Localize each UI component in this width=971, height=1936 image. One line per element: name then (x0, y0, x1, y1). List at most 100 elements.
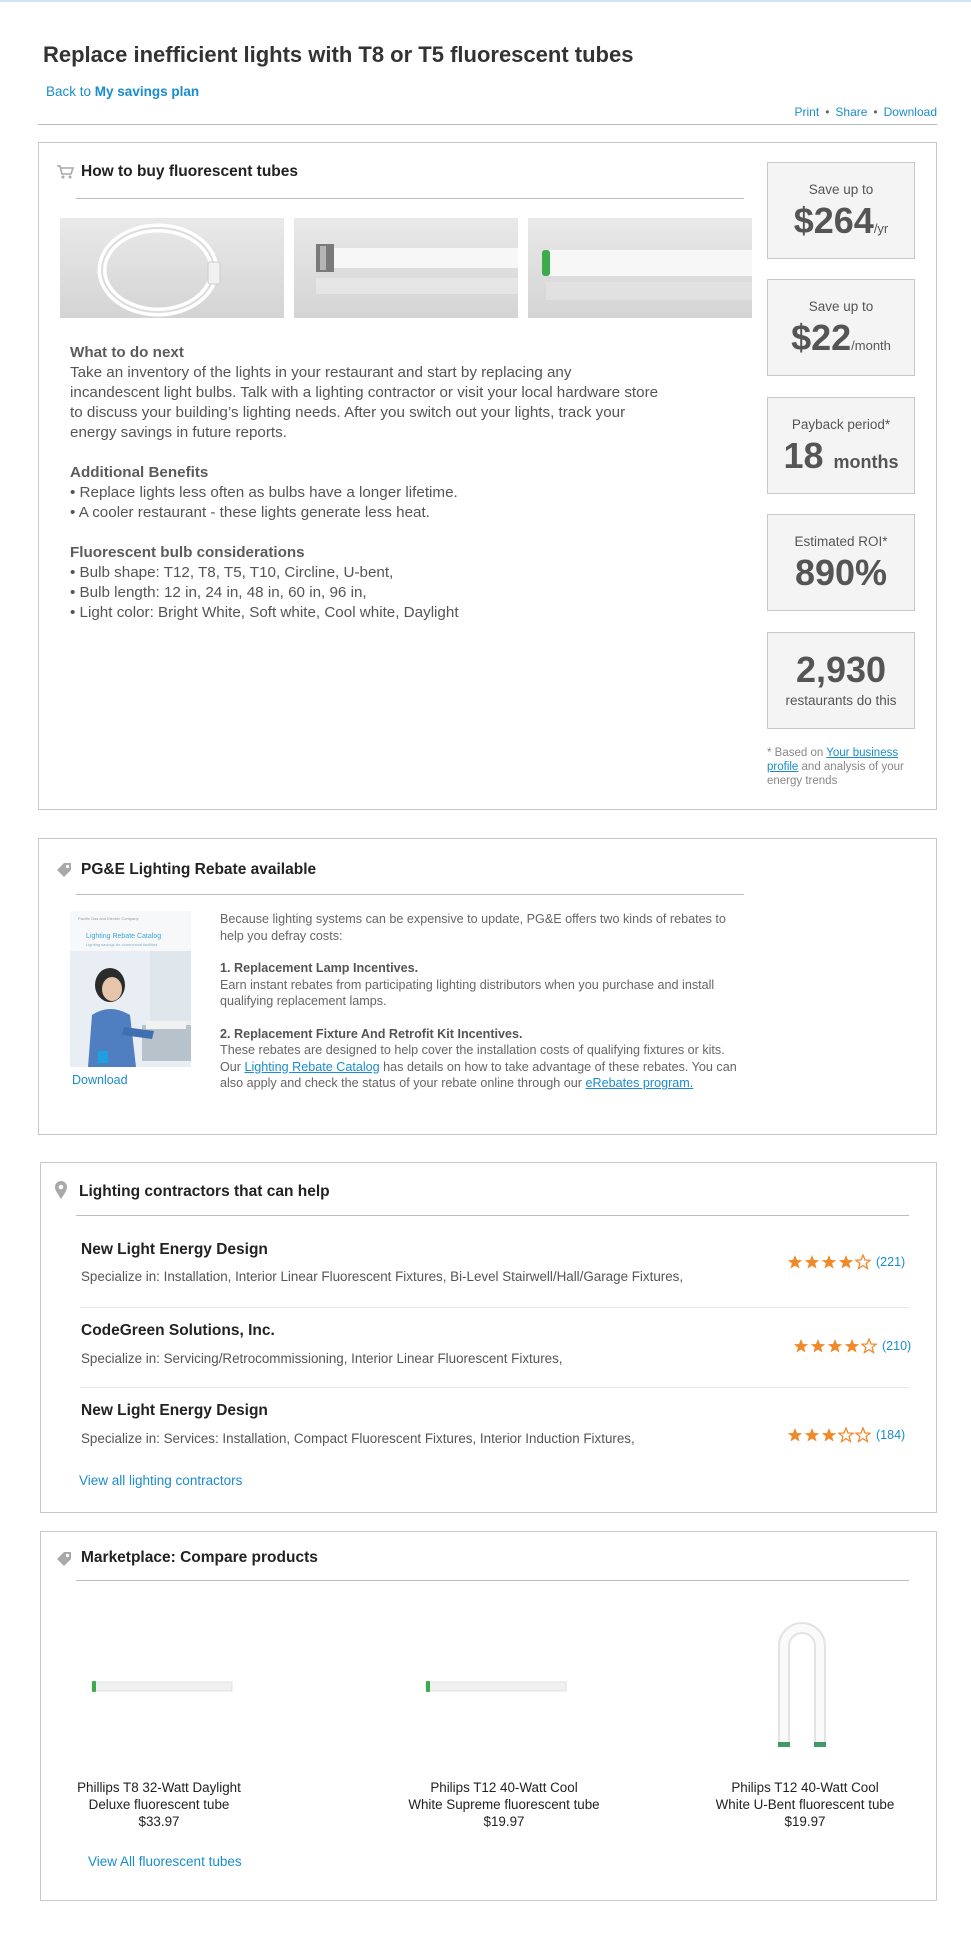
cart-icon (56, 164, 75, 185)
next-line: to discuss your building’s lighting need… (70, 404, 626, 421)
product-name-line: Deluxe fluorescent tube (88, 1797, 230, 1812)
footnote-prefix: * Based on (767, 747, 824, 759)
tag-icon (55, 1550, 73, 1573)
star-filled-icon (810, 1339, 826, 1353)
rebate-item-2-title: 2. Replacement Fixture And Retrofit Kit … (220, 1026, 523, 1041)
considerations-heading: Fluorescent bulb considerations (70, 544, 305, 561)
contractor-rating[interactable]: (221) (787, 1254, 905, 1270)
star-rating (787, 1254, 871, 1270)
stats-footnote: * Based on Your business profile and ana… (767, 746, 927, 788)
stat-value-line: $22/month (768, 317, 914, 359)
erebates-program-link[interactable]: eRebates program. (585, 1076, 693, 1090)
contractor-name[interactable]: New Light Energy Design (81, 1241, 268, 1259)
star-rating (793, 1338, 877, 1354)
marketplace-title: Marketplace: Compare products (81, 1549, 318, 1566)
catalog-download-link[interactable]: Download (72, 1073, 128, 1087)
star-filled-icon (793, 1339, 809, 1353)
t12-supreme-tube-image[interactable] (422, 1676, 568, 1696)
product-price: $19.97 (784, 1814, 826, 1829)
stat-label: Payback period* (791, 417, 891, 432)
section-divider (76, 198, 744, 199)
rebate-catalog-thumbnail[interactable]: Pacific Gas and Electric Company Lightin… (70, 911, 191, 1067)
contractor-name[interactable]: New Light Energy Design (81, 1402, 268, 1420)
catalog-title: Lighting Rebate Catalog (86, 933, 162, 940)
circline-tube-image (60, 218, 284, 318)
star-filled-icon (844, 1339, 860, 1353)
share-link[interactable]: Share (835, 105, 867, 119)
star-filled-icon (787, 1255, 803, 1269)
view-all-contractors-link[interactable]: View all lighting contractors (79, 1473, 242, 1488)
star-filled-icon (821, 1255, 837, 1269)
stat-unit: /yr (873, 221, 889, 236)
stat-label: Save up to (808, 299, 874, 314)
product-price: $33.97 (138, 1814, 180, 1829)
separator-dot: • (873, 105, 878, 119)
contractor-name[interactable]: CodeGreen Solutions, Inc. (81, 1322, 275, 1340)
star-filled-icon (821, 1428, 837, 1442)
benefit-item: • A cooler restaurant - these lights gen… (70, 504, 430, 521)
product-card[interactable]: Philips T12 40-Watt Cool White U-Bent fl… (690, 1779, 920, 1830)
benefits-heading: Additional Benefits (70, 464, 209, 481)
product-card[interactable]: Philips T12 40-Watt Cool White Supreme f… (389, 1779, 619, 1830)
consideration-item: • Bulb length: 12 in, 24 in, 48 in, 60 i… (70, 584, 367, 601)
stat-value: 890% (794, 552, 888, 593)
product-card[interactable]: Phillips T8 32-Watt Daylight Deluxe fluo… (44, 1779, 274, 1830)
stat-value-line: $264/yr (768, 200, 914, 242)
page-actions: Print • Share • Download (795, 105, 938, 119)
consideration-item: • Light color: Bright White, Soft white,… (70, 604, 459, 621)
page-title: Replace inefficient lights with T8 or T5… (43, 42, 634, 67)
benefit-item: • Replace lights less often as bulbs hav… (70, 484, 458, 501)
monthly-savings-stat: Save up to $22/month (767, 279, 915, 376)
star-filled-icon (827, 1339, 843, 1353)
stat-label: Estimated ROI* (794, 534, 888, 549)
back-prefix: Back to (46, 84, 92, 99)
star-filled-icon (804, 1428, 820, 1442)
rebate-description: Because lighting systems can be expensiv… (220, 911, 740, 1092)
stat-value: 2,930 (795, 649, 887, 690)
review-count[interactable]: (221) (876, 1255, 905, 1269)
back-link-target[interactable]: My savings plan (95, 84, 199, 99)
header-divider (38, 124, 937, 125)
product-price: $19.97 (483, 1814, 525, 1829)
catalog-cover-photo (70, 951, 191, 1067)
row-divider (80, 1307, 909, 1308)
row-divider (80, 1387, 909, 1388)
star-rating (787, 1427, 871, 1443)
contractor-rating[interactable]: (210) (793, 1338, 911, 1354)
consideration-item: • Bulb shape: T12, T8, T5, T10, Circline… (70, 564, 394, 581)
separator-dot: • (825, 105, 830, 119)
rebate-item-1-title: 1. Replacement Lamp Incentives. (220, 961, 419, 975)
rebate-item-2-text: These rebates are designed to help cover… (220, 1042, 740, 1092)
t12-tube-image (294, 218, 518, 318)
product-name-line: White U-Bent fluorescent tube (715, 1797, 895, 1812)
product-name-line: Philips T12 40-Watt Cool (731, 1780, 879, 1795)
rebate-intro: Because lighting systems can be expensiv… (220, 912, 726, 943)
t8-daylight-tube-image[interactable] (88, 1676, 234, 1696)
restaurant-count-stat: 2,930 restaurants do this (767, 632, 915, 729)
yearly-savings-stat: Save up to $264/yr (767, 162, 915, 259)
section-divider (76, 894, 744, 895)
review-count[interactable]: (184) (876, 1428, 905, 1442)
how-to-buy-body: What to do next Take an inventory of the… (70, 343, 720, 623)
how-to-buy-title: How to buy fluorescent tubes (81, 163, 299, 180)
catalog-header: Pacific Gas and Electric Company (78, 916, 139, 921)
product-name-line: Philips T12 40-Watt Cool (430, 1780, 578, 1795)
tag-icon (55, 861, 73, 884)
star-empty-icon (838, 1427, 854, 1443)
catalog-subtitle: Lighting savings for commercial faciliti… (86, 942, 158, 947)
print-link[interactable]: Print (795, 105, 820, 119)
lighting-rebate-catalog-link[interactable]: Lighting Rebate Catalog (245, 1060, 380, 1074)
next-line: Take an inventory of the lights in your … (70, 364, 572, 381)
stat-value: $264 (793, 200, 874, 241)
stat-unit: months (833, 452, 899, 472)
download-link[interactable]: Download (884, 105, 937, 119)
contractor-rating[interactable]: (184) (787, 1427, 905, 1443)
t12-u-bent-tube-image[interactable] (776, 1620, 828, 1750)
back-link[interactable]: Back to My savings plan (46, 84, 199, 99)
product-name-line: White Supreme fluorescent tube (408, 1797, 600, 1812)
view-all-fluorescent-tubes-link[interactable]: View All fluorescent tubes (88, 1854, 242, 1869)
review-count[interactable]: (210) (882, 1339, 911, 1353)
star-empty-icon (855, 1427, 871, 1443)
section-divider (76, 1215, 909, 1216)
stat-label: Save up to (808, 182, 874, 197)
